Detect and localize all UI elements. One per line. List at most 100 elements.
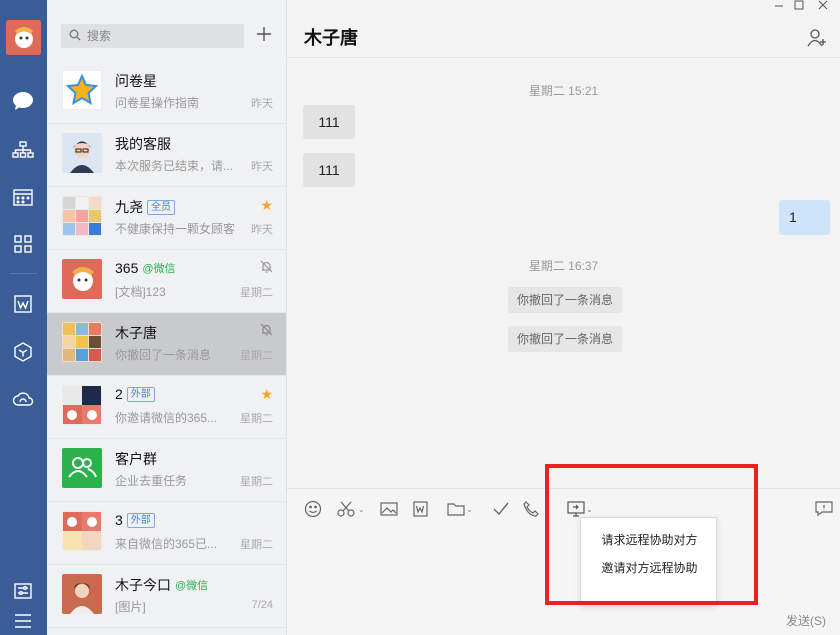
wechat-label: @微信 (142, 263, 176, 275)
conversation-time: 7/24 (251, 599, 273, 611)
send-button[interactable]: 发送(S) (786, 612, 826, 629)
conversation-name: 木子今口 @微信 (115, 575, 208, 595)
menu-hamburger-icon[interactable] (10, 608, 36, 634)
member-tag: 全员 (147, 199, 175, 215)
external-tag: 外部 (126, 512, 155, 528)
menu-item-request-remote-assist[interactable]: 请求远程协助对方 (581, 526, 718, 554)
add-button[interactable] (252, 23, 276, 49)
conversation-name-text: 2 (115, 386, 123, 402)
wechat-label: @微信 (175, 580, 209, 592)
conversation-name: 木子唐 (115, 325, 157, 341)
conversation-item[interactable]: 3 外部 来自微信的365已... 星期二 (47, 502, 286, 565)
conversation-name: 问卷星 (115, 73, 157, 89)
navigation-rail (0, 0, 47, 635)
conversation-item[interactable]: 我的客服 本次服务已结束，请... 昨天 (47, 124, 286, 187)
phone-icon[interactable] (523, 499, 539, 519)
received-message-bubble[interactable]: 111 (303, 105, 355, 139)
calendar-icon[interactable] (10, 184, 36, 210)
received-message-bubble[interactable]: 111 (303, 153, 355, 187)
conversation-name: 我的客服 (115, 136, 171, 152)
message-input-area[interactable]: ⌄ ⌄ ⌄ 发送(S) (287, 488, 840, 635)
conversation-time: 星期二 (240, 539, 273, 551)
user-avatar[interactable] (6, 20, 41, 55)
conversation-item[interactable]: 九尧 全员 不健康保持一颗女顾客 ★ 昨天 (47, 187, 286, 250)
conversation-name-text: 木子今口 (115, 577, 171, 593)
conversation-list-panel: 问卷星 问卷星操作指南 昨天 我的客服 本次服务已结束，请... 昨天 九尧全员… (47, 0, 287, 635)
search-icon (69, 29, 81, 44)
conversation-item[interactable]: 木子今口 @微信 [图片] 7/24 (47, 565, 286, 628)
external-tag: 外部 (126, 386, 155, 402)
group-avatar (62, 322, 102, 362)
conversation-avatar (62, 133, 102, 173)
conversation-time: 昨天 (251, 224, 273, 236)
conversation-preview: 来自微信的365已... (115, 537, 218, 551)
conversation-preview: [图片] (115, 600, 146, 614)
conversation-item[interactable]: 2 外部 你邀请微信的365... ★ 星期二 (47, 376, 286, 439)
conversation-name: 3 外部 (115, 512, 155, 528)
conversation-name-text: 3 (115, 512, 123, 528)
chat-title: 木子唐 (304, 28, 358, 48)
search-input[interactable] (87, 29, 227, 43)
conversation-time: 星期二 (240, 476, 273, 488)
conversation-preview: 本次服务已结束，请... (115, 159, 234, 173)
conversation-name-text: 365 (115, 260, 139, 276)
wedrive-doc-icon[interactable] (10, 291, 36, 317)
conversation-preview: 企业去重任务 (115, 474, 188, 488)
conversation-preview: 你撤回了一条消息 (115, 348, 212, 362)
conversation-avatar (62, 70, 102, 110)
conversation-avatar (62, 259, 102, 299)
conversation-preview: 问卷星操作指南 (115, 96, 200, 110)
conversation-name-text: 九尧 (115, 199, 143, 215)
conversation-time: 星期二 (240, 287, 273, 299)
conversation-time: 昨天 (251, 98, 273, 110)
add-member-icon[interactable] (807, 27, 827, 50)
conversation-name: 365 @微信 (115, 260, 176, 276)
conversation-item[interactable]: 客户群 企业去重任务 星期二 (47, 439, 286, 502)
emoji-icon[interactable] (304, 499, 322, 519)
folder-icon[interactable]: ⌄ (447, 499, 473, 519)
feedback-icon[interactable] (815, 499, 833, 519)
conversation-item-active[interactable]: 木子唐 你撤回了一条消息 星期二 (47, 313, 286, 376)
conversation-avatar (62, 574, 102, 614)
conversation-preview: 你邀请微信的365... (115, 411, 218, 425)
settings-sliders-icon[interactable] (10, 578, 36, 604)
customer-group-avatar (62, 448, 102, 488)
workbench-cube-icon[interactable] (10, 339, 36, 365)
remote-assist-dropdown: 请求远程协助对方 邀请对方远程协助 (580, 517, 717, 605)
conversation-name: 九尧 全员 (115, 197, 175, 217)
conversation-item[interactable]: 365 @微信 [文档]123 星期二 (47, 250, 286, 313)
conversation-time: 昨天 (251, 161, 273, 173)
star-icon: ★ (260, 197, 273, 213)
menu-item-invite-remote-assist[interactable]: 邀请对方远程协助 (581, 554, 718, 582)
recalled-message-notice: 你撤回了一条消息 (508, 326, 622, 352)
conversation-time: 星期二 (240, 413, 273, 425)
chat-panel: 木子唐 星期二 15:21 111 111 1 星期二 16:37 你撤回了一条… (287, 0, 840, 635)
maximize-icon[interactable] (787, 0, 811, 14)
conversation-name: 客户群 (115, 451, 157, 467)
org-chart-icon[interactable] (10, 137, 36, 163)
sent-message-bubble[interactable]: 1 (779, 200, 830, 235)
recalled-message-notice: 你撤回了一条消息 (508, 287, 622, 313)
document-icon[interactable] (413, 499, 428, 519)
remote-assist-icon[interactable]: ⌄ (567, 499, 593, 519)
conversation-preview: 不健康保持一颗女顾客 (115, 222, 236, 236)
image-icon[interactable] (380, 499, 398, 519)
message-timestamp: 星期二 16:37 (528, 259, 599, 273)
mute-bell-icon (260, 260, 273, 276)
conversation-name: 2 外部 (115, 386, 155, 402)
messages-icon[interactable] (10, 88, 36, 114)
group-avatar (62, 196, 102, 236)
apps-grid-icon[interactable] (10, 231, 36, 257)
group-avatar (62, 385, 102, 425)
checkmark-icon[interactable] (493, 499, 509, 519)
close-icon[interactable] (811, 0, 835, 14)
conversation-time: 星期二 (240, 350, 273, 362)
conversation-item[interactable]: 问卷星 问卷星操作指南 昨天 (47, 61, 286, 124)
search-box[interactable] (61, 24, 244, 48)
rail-divider (10, 273, 37, 274)
cloud-drive-icon[interactable] (10, 386, 36, 412)
chat-header: 木子唐 (287, 0, 840, 58)
group-avatar (62, 511, 102, 551)
screenshot-scissors-icon[interactable]: ⌄ (337, 499, 365, 519)
conversation-preview: [文档]123 (115, 285, 166, 299)
